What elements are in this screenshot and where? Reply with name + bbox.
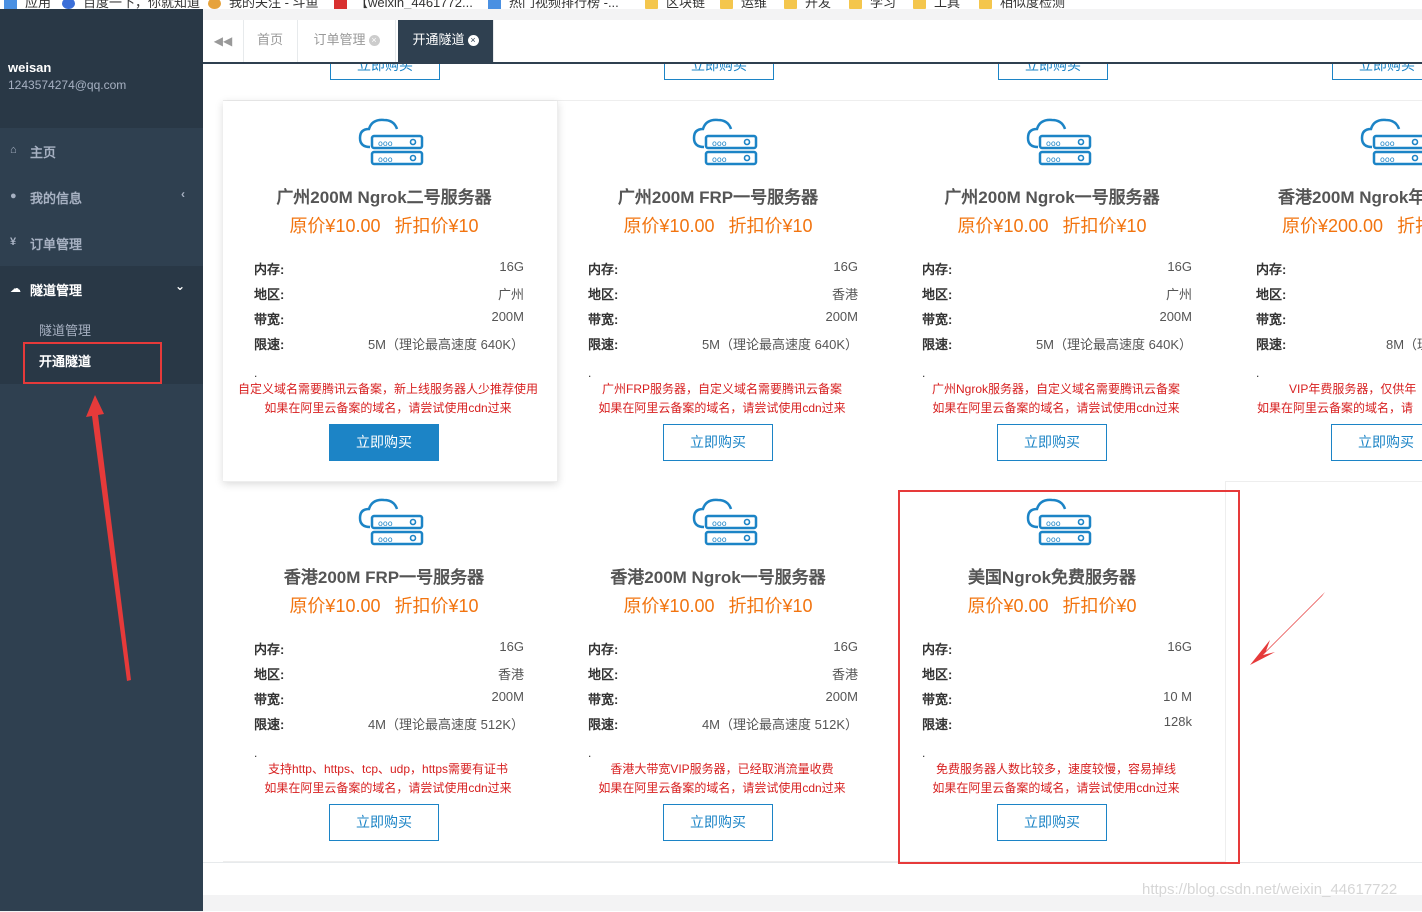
annotation-arrow-card bbox=[1250, 592, 1325, 665]
annotation-arrow-sidebar bbox=[86, 395, 131, 681]
annotation-arrows bbox=[86, 395, 1325, 681]
